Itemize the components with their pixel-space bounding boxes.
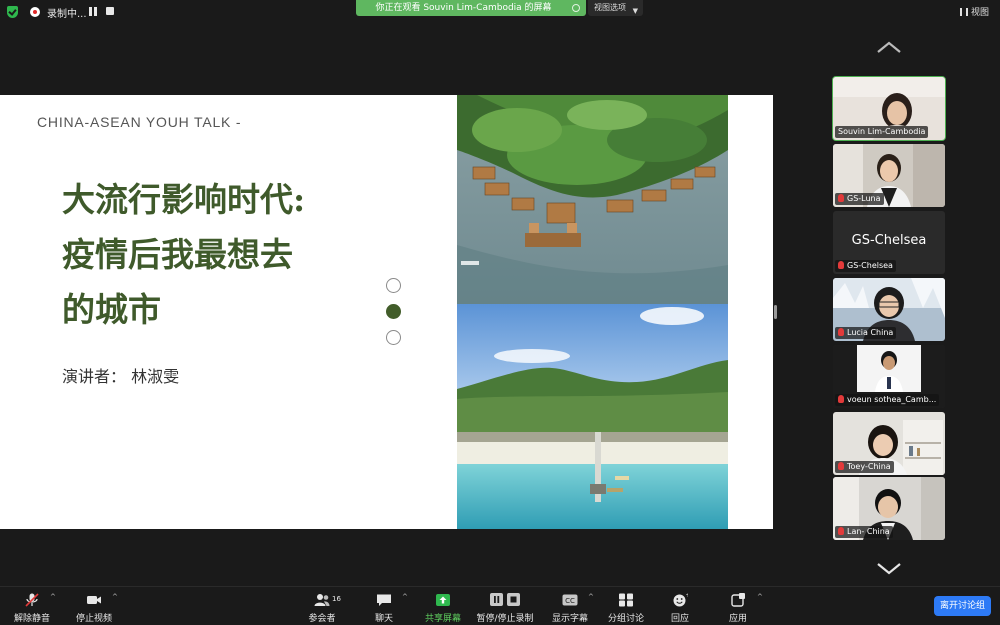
participant-name-text: GS-Luna xyxy=(847,194,881,203)
participant-name: GS-Chelsea xyxy=(835,260,896,272)
unmute-label: 解除静音 xyxy=(13,614,50,624)
view-toggle-label: 视图 xyxy=(971,8,990,18)
participant-name-text: voeun sothea_Camb... xyxy=(847,395,937,404)
top-bar: 录制中... 你正在观看 Souvin Lim-Cambodia 的屏幕 视图选… xyxy=(0,0,1000,24)
participant-name: Lan- China xyxy=(835,526,893,538)
slide-title: 大流行影响时代: 疫情后我最想去 的城市 xyxy=(62,172,382,337)
chevron-down-icon[interactable] xyxy=(876,562,902,576)
reactions-label: 回应 xyxy=(670,614,689,624)
beach-pier-photo xyxy=(457,304,728,529)
screen-share-banner: 你正在观看 Souvin Lim-Cambodia 的屏幕 xyxy=(356,0,586,16)
microphone-muted-icon xyxy=(25,593,39,607)
stop-recording-icon[interactable] xyxy=(106,7,114,15)
participant-name-text: Lucia China xyxy=(847,328,894,337)
pause-recording-icon[interactable] xyxy=(89,7,97,16)
meeting-toolbar: 解除静音 ^ 停止视频 ^ 参会者 16 聊天 ^ 共享屏幕 暂停/停止录制 C… xyxy=(0,586,1000,625)
microphone-muted-icon xyxy=(838,194,844,202)
share-screen-button[interactable]: 共享屏幕 xyxy=(413,591,473,625)
microphone-muted-icon xyxy=(838,395,844,403)
participant-display-name: GS-Chelsea xyxy=(851,233,927,248)
slide-title-line: 疫情后我最想去 xyxy=(62,235,293,274)
microphone-muted-icon xyxy=(838,328,844,336)
recording-label: 录制中... xyxy=(47,9,87,20)
leave-breakout-room-button[interactable]: 离开讨论组 xyxy=(934,596,991,616)
pause-stop-recording-label: 暂停/停止录制 xyxy=(476,614,534,624)
participant-name-text: GS-Chelsea xyxy=(847,261,893,270)
participants-count: 16 xyxy=(332,595,341,603)
reactions-button[interactable]: + 回应 xyxy=(650,591,710,625)
share-status-icon xyxy=(572,4,580,12)
participant-tile[interactable]: GS-Luna xyxy=(833,144,945,207)
participant-tile[interactable]: Lan- China xyxy=(833,477,945,540)
slide-title-line: 的城市 xyxy=(62,290,161,329)
participant-tile[interactable]: GS-Chelsea GS-Chelsea xyxy=(833,211,945,274)
chevron-up-icon[interactable] xyxy=(876,40,902,54)
participants-label: 参会者 xyxy=(308,614,336,624)
chat-label: 聊天 xyxy=(374,614,393,624)
apps-options-chevron-icon[interactable]: ^ xyxy=(757,593,765,601)
participant-tile[interactable]: Souvin Lim-Cambodia xyxy=(832,76,946,141)
apps-label: 应用 xyxy=(728,614,747,624)
slide-nav-dot xyxy=(386,304,401,319)
view-toggle-button[interactable]: 视图 xyxy=(960,5,989,18)
participant-name-text: Lan- China xyxy=(847,527,890,536)
participant-name: Souvin Lim-Cambodia xyxy=(835,126,929,138)
audio-options-chevron-icon[interactable]: ^ xyxy=(50,593,58,601)
emoji-smile-icon: + xyxy=(673,593,689,607)
participants-button[interactable]: 参会者 16 xyxy=(292,591,352,625)
share-screen-icon xyxy=(436,594,450,606)
breakout-rooms-icon xyxy=(619,593,633,607)
participant-name-text: Toey-China xyxy=(847,462,891,471)
participant-name: Lucia China xyxy=(835,327,897,339)
chevron-down-icon: ▼ xyxy=(632,7,638,15)
slide-nav-dot xyxy=(386,330,401,345)
participants-icon xyxy=(314,594,330,606)
slide-title-line: 大流行影响时代: xyxy=(62,180,306,219)
share-banner-text: 你正在观看 Souvin Lim-Cambodia 的屏幕 xyxy=(375,3,552,13)
video-options-chevron-icon[interactable]: ^ xyxy=(112,593,120,601)
video-camera-icon xyxy=(87,596,101,604)
slide-kicker: CHINA-ASEAN YOUH TALK - xyxy=(37,114,242,130)
captions-badge-text: CC xyxy=(565,597,575,605)
pause-stop-recording-button[interactable]: 暂停/停止录制 xyxy=(474,591,536,625)
view-options-menu[interactable]: 视图选项 ▼ xyxy=(588,0,643,16)
microphone-muted-icon xyxy=(838,462,844,470)
breakout-rooms-label: 分组讨论 xyxy=(607,614,644,624)
island-resort-photo xyxy=(457,95,728,304)
shared-screen-slide: CHINA-ASEAN YOUH TALK - 大流行影响时代: 疫情后我最想去… xyxy=(0,95,773,529)
participant-name: GS-Luna xyxy=(835,193,884,205)
pause-stop-recording-icon xyxy=(490,593,520,606)
recording-indicator-icon xyxy=(30,7,40,17)
participant-name: Toey-China xyxy=(835,461,894,473)
participant-tile[interactable]: voeun sothea_Camb... xyxy=(833,345,945,408)
slide-speaker: 演讲者： 林淑雯 xyxy=(62,367,180,386)
zoom-meeting-window: 录制中... 你正在观看 Souvin Lim-Cambodia 的屏幕 视图选… xyxy=(0,0,1000,625)
apps-icon xyxy=(731,593,745,607)
svg-text:+: + xyxy=(686,593,689,599)
captions-label: 显示字幕 xyxy=(551,614,588,624)
resize-handle[interactable] xyxy=(774,305,777,319)
view-options-label: 视图选项 xyxy=(594,3,626,12)
share-screen-label: 共享屏幕 xyxy=(424,614,461,624)
closed-captions-icon: CC xyxy=(562,594,578,606)
slide-nav-dot xyxy=(386,278,401,293)
microphone-muted-icon xyxy=(838,261,844,269)
chat-options-chevron-icon[interactable]: ^ xyxy=(402,593,410,601)
participant-name: voeun sothea_Camb... xyxy=(835,394,940,406)
stop-video-label: 停止视频 xyxy=(75,614,112,624)
participant-tile[interactable]: Lucia China xyxy=(833,278,945,341)
chat-bubble-icon xyxy=(377,594,391,606)
captions-options-chevron-icon[interactable]: ^ xyxy=(588,593,596,601)
security-shield-icon[interactable] xyxy=(7,6,18,18)
microphone-muted-icon xyxy=(838,527,844,535)
breakout-rooms-button[interactable]: 分组讨论 xyxy=(596,591,656,625)
view-grid-icon xyxy=(960,8,968,16)
participant-tile[interactable]: Toey-China xyxy=(833,412,945,475)
